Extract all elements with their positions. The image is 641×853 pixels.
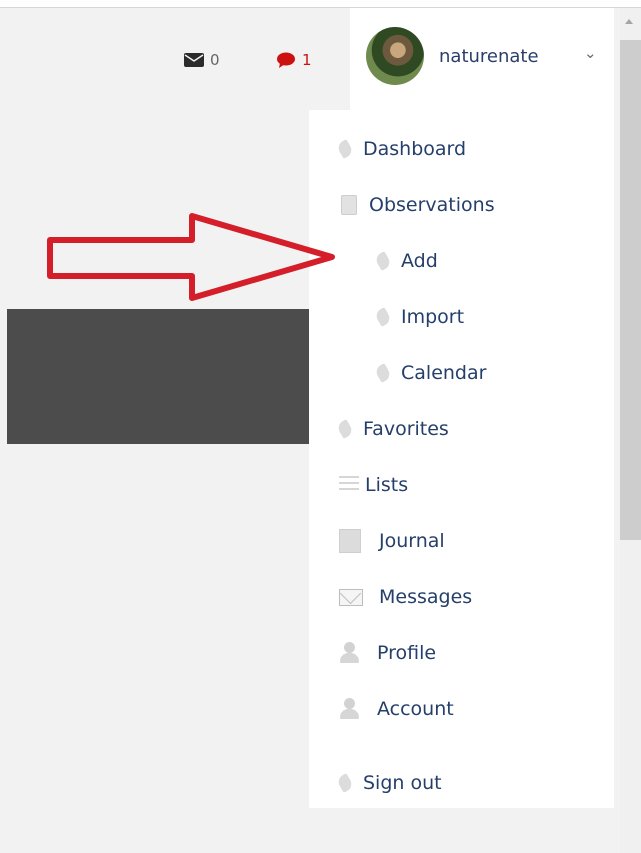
document-icon [341,195,357,215]
user-dropdown-menu: Dashboard Observations Add Import Calend… [309,110,614,808]
menu-item-label: Add [401,250,438,272]
menu-item-label: Dashboard [363,138,467,160]
leaf-icon [373,307,393,327]
menu-item-journal[interactable]: Journal [339,526,445,556]
leaf-icon [373,363,393,383]
menu-item-sign-out[interactable]: Sign out [335,768,442,798]
menu-item-account[interactable]: Account [339,694,454,724]
person-icon [339,642,359,664]
menu-item-label: Observations [369,194,495,216]
menu-item-label: Account [377,698,454,720]
menu-item-profile[interactable]: Profile [339,638,436,668]
notifications-counter[interactable]: 1 [276,51,312,69]
list-icon [339,476,359,494]
username[interactable]: naturenate [439,46,539,67]
red-arrow-annotation [47,213,335,301]
scrollbar[interactable] [620,8,641,853]
menu-item-label: Journal [379,530,445,552]
leaf-icon [335,139,355,159]
mail-icon [339,588,363,606]
dark-banner [7,309,309,444]
menu-item-label: Sign out [363,772,442,794]
leaf-icon [335,419,355,439]
menu-item-observations[interactable]: Observations [341,190,495,220]
top-edge [0,0,641,8]
speech-bubble-icon [277,52,295,68]
person-icon [339,698,359,720]
scroll-thumb[interactable] [620,40,641,540]
user-menu-toggle[interactable]: naturenate ⌄ [350,8,614,110]
journal-icon [339,529,361,553]
menu-item-label: Profile [377,642,437,664]
notifications-count: 1 [302,51,312,69]
menu-item-label: Calendar [401,362,487,384]
leaf-icon [373,251,393,271]
leaf-icon [335,773,355,793]
chevron-down-icon[interactable]: ⌄ [584,44,597,62]
menu-item-import[interactable]: Import [373,302,465,332]
menu-item-label: Favorites [363,418,449,440]
menu-item-dashboard[interactable]: Dashboard [335,134,467,164]
menu-item-lists[interactable]: Lists [339,470,408,500]
avatar[interactable] [366,27,424,85]
menu-item-messages[interactable]: Messages [339,582,472,612]
menu-item-favorites[interactable]: Favorites [335,414,449,444]
messages-count: 0 [210,51,220,69]
messages-counter[interactable]: 0 [184,51,220,69]
envelope-icon [184,53,204,67]
menu-item-calendar[interactable]: Calendar [373,358,487,388]
scroll-up-icon[interactable] [625,19,633,24]
menu-item-label: Import [401,306,465,328]
menu-item-add[interactable]: Add [373,246,438,276]
menu-item-label: Messages [379,586,473,608]
menu-item-label: Lists [365,474,409,496]
